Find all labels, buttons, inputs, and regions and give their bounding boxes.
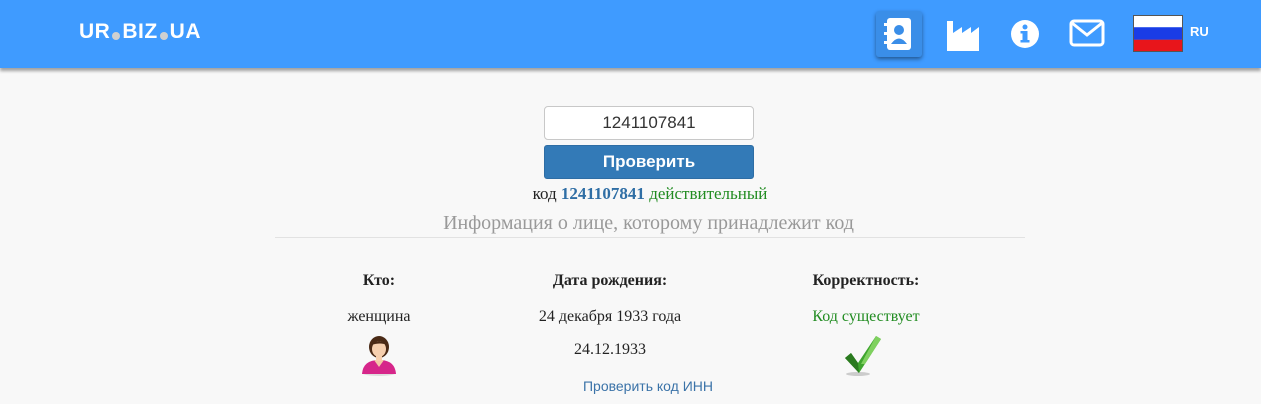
divider [275, 237, 1025, 238]
who-label: Кто: [362, 272, 396, 289]
code-input[interactable] [544, 106, 754, 140]
result-prefix: код [532, 184, 557, 203]
mail-nav-button[interactable] [1068, 16, 1106, 50]
logo-text-ur: UR [79, 20, 111, 43]
russia-flag-icon [1133, 15, 1183, 52]
info-icon [1011, 20, 1039, 48]
logo-text-biz: BIZ [122, 20, 158, 43]
logo-text-ua: UA [169, 20, 202, 43]
factory-icon [947, 21, 979, 51]
companies-nav-button[interactable] [943, 14, 983, 54]
result-status: действительный [649, 184, 768, 203]
female-avatar-icon [359, 334, 399, 376]
info-title: Информация о лице, которому принадлежит … [443, 212, 854, 234]
correct-value: Код существует [812, 308, 920, 325]
contacts-nav-button[interactable] [876, 11, 922, 57]
mail-icon [1069, 19, 1105, 47]
site-logo[interactable]: UR BIZ UA [79, 20, 201, 44]
checkmark-icon [843, 334, 883, 376]
check-button[interactable]: Проверить [544, 145, 754, 179]
correct-label: Корректность: [812, 272, 920, 289]
birth-short: 24.12.1933 [574, 341, 646, 358]
language-flag-button[interactable] [1133, 15, 1183, 52]
result-code: 1241107841 [560, 184, 645, 203]
check-inn-link[interactable]: Проверить код ИНН [548, 378, 748, 394]
language-label[interactable]: RU [1190, 24, 1209, 39]
info-nav-button[interactable] [1008, 14, 1042, 54]
birth-label: Дата рождения: [552, 272, 668, 289]
result-line: код 1241107841 действительный [0, 184, 1261, 204]
top-header: UR BIZ UA RU [0, 0, 1261, 68]
who-value: женщина [347, 308, 411, 325]
logo-dot [112, 32, 121, 40]
contacts-book-icon [884, 18, 911, 50]
logo-dot [159, 32, 168, 40]
birth-long: 24 декабря 1933 года [538, 308, 682, 325]
